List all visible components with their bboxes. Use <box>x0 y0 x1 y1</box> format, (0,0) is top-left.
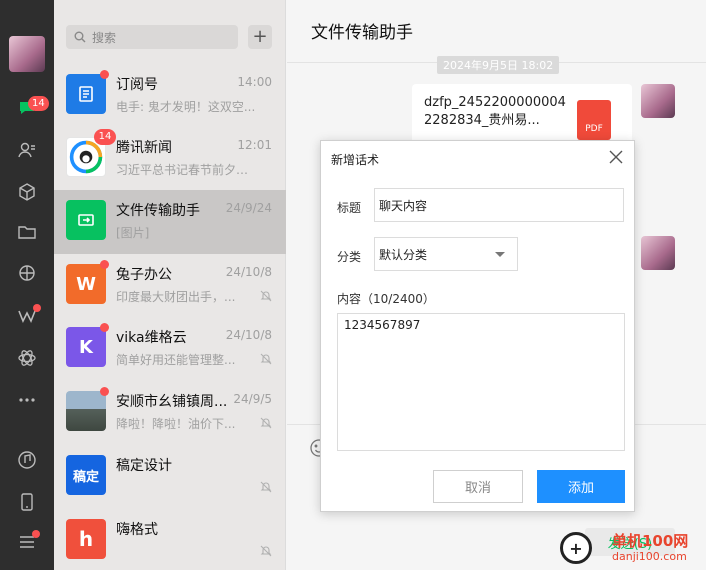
list-item-time: 24/10/8 <box>225 328 272 342</box>
search-box[interactable]: 搜索 <box>66 25 238 49</box>
more-icon[interactable] <box>15 388 39 412</box>
watermark-plus-icon: + <box>560 532 592 564</box>
title-input[interactable] <box>374 188 624 222</box>
contacts-icon[interactable] <box>15 138 39 162</box>
list-item-gaoding[interactable]: 稿定 稿定设计 <box>54 445 286 509</box>
list-item-time: 24/10/8 <box>225 265 272 279</box>
category-select[interactable]: 默认分类 <box>374 237 518 271</box>
chat-unread-badge: 14 <box>28 96 49 111</box>
file-transfer-avatar <box>66 200 106 240</box>
self-avatar <box>641 84 675 118</box>
self-avatar <box>641 236 675 270</box>
list-item-file-transfer[interactable]: 文件传输助手 24/9/24 [图片] <box>54 190 286 254</box>
anshun-avatar <box>66 391 106 431</box>
miniprogram-icon[interactable] <box>15 346 39 370</box>
unread-dot <box>100 323 109 332</box>
list-item-preview: 简单好用还能管理整... <box>116 353 236 367</box>
list-item-name: 订阅号 <box>116 77 158 93</box>
list-item-anshun[interactable]: 安顺市幺铺镇周... 24/9/5 降啦！降啦！油价下... <box>54 381 286 445</box>
title-label: 标题 <box>337 201 362 215</box>
list-item-preview: 习近平总书记春节前夕赴... <box>116 163 256 177</box>
tuzi-office-avatar: W <box>66 264 106 304</box>
content-textarea[interactable]: 1234567897 <box>337 313 625 451</box>
list-item-name: 文件传输助手 <box>116 203 200 219</box>
vika-avatar: K <box>66 327 106 367</box>
chat-title: 文件传输助手 <box>311 23 413 43</box>
unread-dot <box>100 260 109 269</box>
subscription-avatar <box>66 74 106 114</box>
list-item-name: 腾讯新闻 <box>116 140 172 156</box>
list-item-time: 24/9/24 <box>225 201 272 215</box>
mute-icon <box>260 417 272 429</box>
list-item-vika[interactable]: K vika维格云 24/10/8 简单好用还能管理整... <box>54 317 286 381</box>
list-item-preview: 降啦！降啦！油价下... <box>116 417 236 431</box>
channels-dot <box>33 304 41 312</box>
unread-dot <box>100 70 109 79</box>
list-item-preview: 电手: 鬼才发明！这双空... <box>116 100 256 114</box>
category-label: 分类 <box>337 250 362 264</box>
search-placeholder: 搜索 <box>92 30 117 45</box>
unread-dot <box>100 387 109 396</box>
list-item-higeshi[interactable]: h 嗨格式 <box>54 509 286 570</box>
file-name: dzfp_2452200000004 2282834_贵州易... <box>424 95 566 128</box>
list-item-time: 24/9/5 <box>233 392 272 406</box>
add-button[interactable]: 添加 <box>537 470 625 503</box>
phone-icon[interactable] <box>15 490 39 514</box>
conversation-list: 搜索 + 订阅号 14:00 电手: 鬼才发明！这双空... 14 腾讯新闻 1… <box>54 0 286 570</box>
mute-icon <box>260 545 272 557</box>
music-icon[interactable] <box>15 448 39 472</box>
list-item-name: 嗨格式 <box>116 522 158 538</box>
watermark-text: 单机100网 <box>612 532 689 550</box>
folder-icon[interactable] <box>15 220 39 244</box>
dialog-title: 新增话术 <box>331 153 380 167</box>
pdf-icon: PDF <box>577 100 611 140</box>
mute-icon <box>260 481 272 493</box>
watermark-logo: + 单机100网 danji100.com <box>560 528 704 568</box>
mute-icon <box>260 353 272 365</box>
add-button[interactable]: + <box>248 25 272 49</box>
message-timestamp: 2024年9月5日 18:02 <box>437 56 560 74</box>
add-phrase-dialog: 新增话术 标题 分类 默认分类 内容（10/2400） 1234567897 取… <box>320 140 635 512</box>
list-item-preview: 印度最大财团出手，... <box>116 290 236 304</box>
chevron-down-icon <box>495 252 505 257</box>
list-item-name: 兔子办公 <box>116 267 172 283</box>
list-item-name: vika维格云 <box>116 330 187 346</box>
box-icon[interactable] <box>15 180 39 204</box>
user-avatar[interactable] <box>9 36 45 72</box>
list-item-tencent-news[interactable]: 14 腾讯新闻 12:01 习近平总书记春节前夕赴... <box>54 127 286 191</box>
mute-icon <box>260 290 272 302</box>
cancel-button[interactable]: 取消 <box>433 470 523 503</box>
list-item-name: 安顺市幺铺镇周... <box>116 394 228 410</box>
list-item-time: 14:00 <box>237 75 272 89</box>
gaoding-avatar: 稿定 <box>66 455 106 495</box>
list-item-tuzi-office[interactable]: W 兔子办公 24/10/8 印度最大财团出手，... <box>54 254 286 318</box>
menu-dot <box>32 530 40 538</box>
close-icon[interactable] <box>606 147 626 167</box>
nav-rail: 14 <box>0 0 54 570</box>
search-icon <box>74 31 86 43</box>
category-value: 默认分类 <box>379 247 428 262</box>
list-item-time: 12:01 <box>237 138 272 152</box>
higeshi-avatar: h <box>66 519 106 559</box>
list-item-preview: [图片] <box>116 226 150 240</box>
content-label: 内容（10/2400） <box>337 292 435 306</box>
list-item-subscriptions[interactable]: 订阅号 14:00 电手: 鬼才发明！这双空... <box>54 64 286 128</box>
moments-icon[interactable] <box>15 261 39 285</box>
list-item-name: 稿定设计 <box>116 458 172 474</box>
unread-badge: 14 <box>94 129 116 145</box>
watermark-url: danji100.com <box>612 550 687 563</box>
